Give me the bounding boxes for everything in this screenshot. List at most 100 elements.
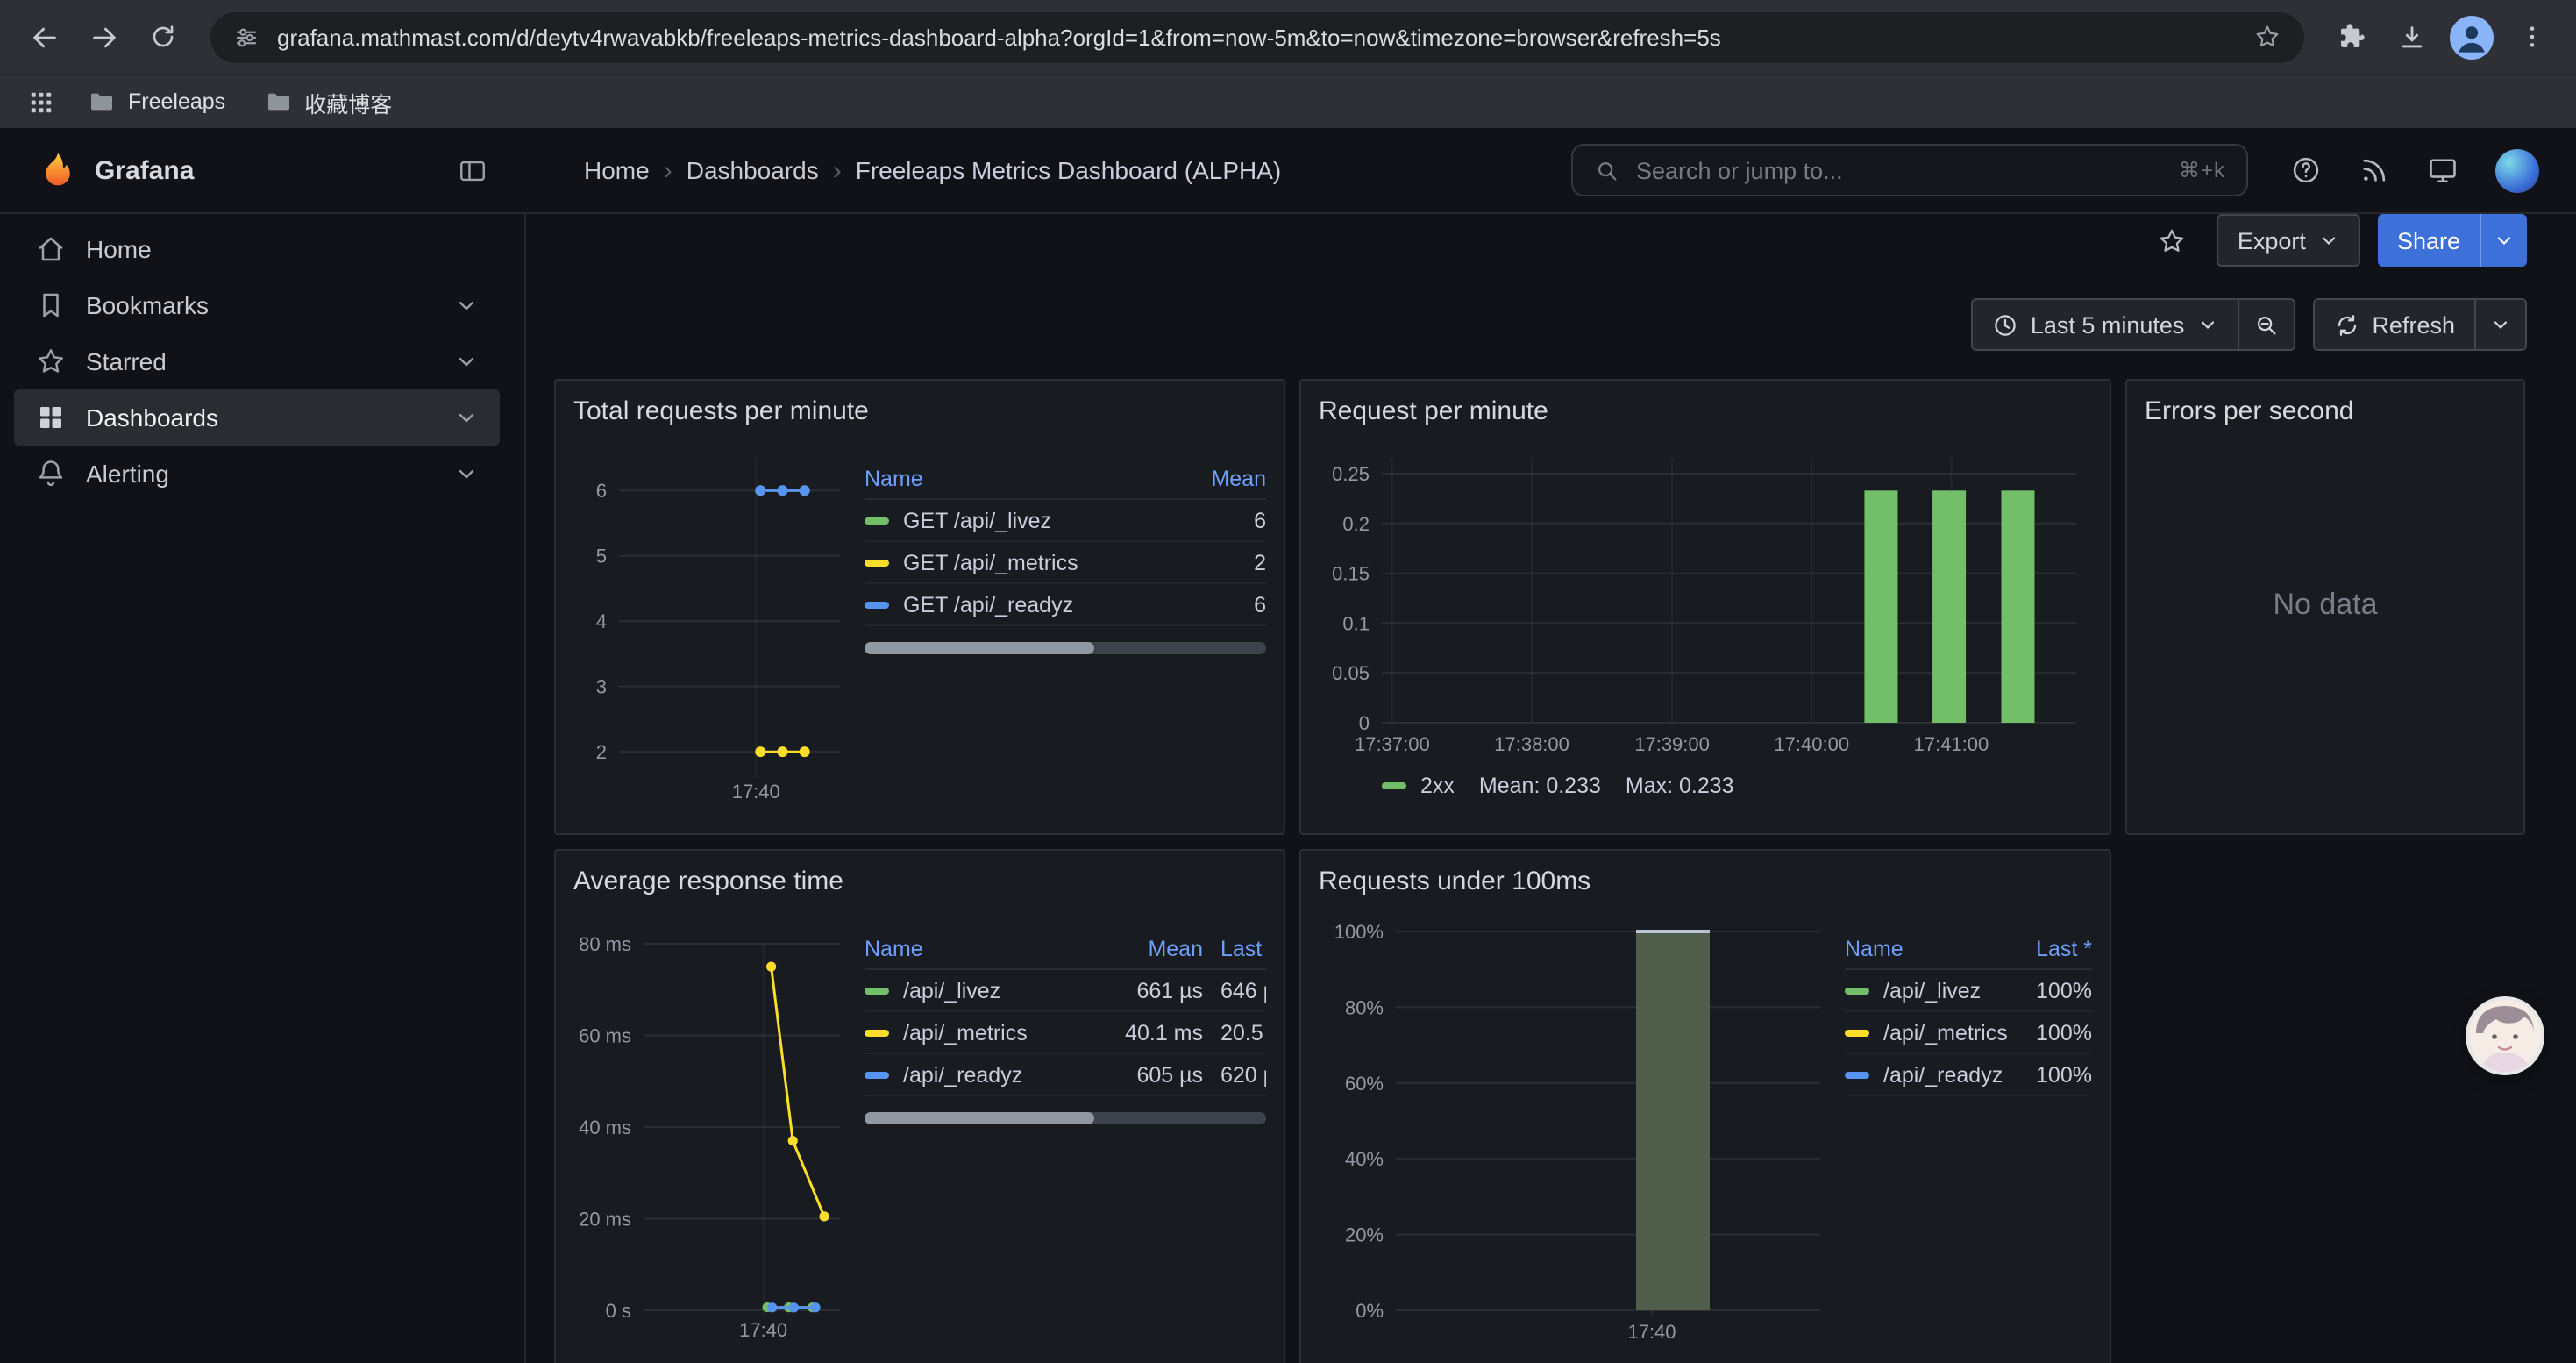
legend-row: GET /api/_metrics 2 xyxy=(865,542,1266,584)
legend-scrollbar[interactable] xyxy=(865,642,1266,654)
refresh-label: Refresh xyxy=(2372,311,2455,338)
favorite-star-button[interactable] xyxy=(2146,214,2199,267)
chevron-down-icon[interactable] xyxy=(454,349,479,374)
grafana-logo-icon[interactable] xyxy=(39,151,77,189)
extensions-icon[interactable] xyxy=(2325,11,2378,63)
series-toggle[interactable]: /api/_metrics xyxy=(1845,1020,2011,1045)
user-avatar[interactable] xyxy=(2495,148,2539,192)
series-toggle[interactable]: GET /api/_metrics xyxy=(865,550,1175,574)
series-marker xyxy=(1845,1071,1869,1078)
series-toggle[interactable]: GET /api/_readyz xyxy=(865,592,1175,617)
panel-title[interactable]: Errors per second xyxy=(2145,391,2506,433)
legend-col-last[interactable]: Last * xyxy=(2011,936,2092,960)
help-icon[interactable] xyxy=(2290,154,2322,186)
series-marker xyxy=(865,517,889,524)
chevron-down-icon xyxy=(2494,230,2515,251)
legend-inline: 2xx Mean: 0.233 Max: 0.233 xyxy=(1382,774,2092,798)
share-menu-button[interactable] xyxy=(2480,214,2527,267)
panel-title[interactable]: Total requests per minute xyxy=(573,391,1266,433)
panel-errors-per-second: Errors per second No data xyxy=(2125,379,2525,835)
kiosk-monitor-icon[interactable] xyxy=(2427,154,2459,186)
sidebar-item-label: Bookmarks xyxy=(86,291,209,319)
downloads-icon[interactable] xyxy=(2385,11,2437,63)
legend-col-mean[interactable]: Mean xyxy=(1101,936,1203,960)
svg-text:6: 6 xyxy=(596,480,607,502)
bookmark-star-icon[interactable] xyxy=(2253,23,2281,51)
zoom-out-icon xyxy=(2252,311,2279,338)
legend-col-last[interactable]: Last * xyxy=(1220,936,1266,960)
svg-text:0.15: 0.15 xyxy=(1332,563,1370,585)
sidebar-item-dashboards[interactable]: Dashboards xyxy=(14,389,500,446)
legend-col-name[interactable]: Name xyxy=(865,466,1175,490)
breadcrumb-home[interactable]: Home xyxy=(584,156,650,184)
svg-text:60%: 60% xyxy=(1345,1073,1384,1095)
sidebar-item-label: Alerting xyxy=(86,460,169,488)
apps-grid-icon[interactable] xyxy=(18,79,63,125)
sidebar-item-bookmarks[interactable]: Bookmarks xyxy=(14,277,500,333)
search-input[interactable]: Search or jump to... ⌘+k xyxy=(1571,144,2248,196)
sidebar-item-starred[interactable]: Starred xyxy=(14,333,500,389)
series-mean: 40.1 ms xyxy=(1101,1020,1203,1045)
brand-name[interactable]: Grafana xyxy=(95,155,194,185)
search-icon xyxy=(1594,157,1620,183)
bookmark-folder-blogs[interactable]: 收藏博客 xyxy=(250,80,406,124)
back-button[interactable] xyxy=(18,11,70,63)
legend-col-name[interactable]: Name xyxy=(865,936,1101,960)
legend-table: Name Mean GET /api/_livez 6 xyxy=(865,458,1266,805)
bookmarks-bar: Freeleaps 收藏博客 xyxy=(0,74,2576,128)
series-marker xyxy=(1382,782,1406,789)
refresh-interval-button[interactable] xyxy=(2474,298,2527,351)
refresh-group: Refresh xyxy=(2312,298,2527,351)
series-toggle[interactable]: GET /api/_livez xyxy=(865,508,1175,532)
scrollbar-thumb[interactable] xyxy=(865,642,1093,654)
sidebar-item-home[interactable]: Home xyxy=(14,221,500,277)
url-bar[interactable]: grafana.mathmast.com/d/deytv4rwavabkb/fr… xyxy=(210,11,2304,62)
panel-title[interactable]: Requests under 100ms xyxy=(1319,861,2092,903)
browser-menu-icon[interactable] xyxy=(2506,11,2558,63)
zoom-out-button[interactable] xyxy=(2237,298,2295,351)
legend-col-mean[interactable]: Mean xyxy=(1175,466,1266,490)
share-button[interactable]: Share xyxy=(2378,214,2480,267)
refresh-button[interactable]: Refresh xyxy=(2312,298,2476,351)
svg-text:5: 5 xyxy=(596,546,607,567)
reload-button[interactable] xyxy=(137,11,189,63)
legend-scrollbar[interactable] xyxy=(865,1112,1266,1124)
bookmark-folder-freeleaps[interactable]: Freeleaps xyxy=(74,82,239,121)
news-rss-icon[interactable] xyxy=(2359,154,2390,186)
series-marker xyxy=(865,1071,889,1078)
legend-row: /api/_livez 100% xyxy=(1845,970,2092,1012)
sidebar-collapse-button[interactable] xyxy=(458,155,487,185)
folder-icon xyxy=(88,88,116,116)
chevron-down-icon[interactable] xyxy=(454,405,479,430)
series-toggle[interactable]: /api/_readyz xyxy=(1845,1062,2011,1087)
series-toggle[interactable]: /api/_livez xyxy=(865,978,1101,1003)
svg-text:40 ms: 40 ms xyxy=(579,1117,631,1138)
sidebar-item-label: Dashboards xyxy=(86,403,218,432)
svg-text:80 ms: 80 ms xyxy=(579,933,631,955)
series-toggle[interactable]: /api/_readyz xyxy=(865,1062,1101,1087)
chevron-down-icon[interactable] xyxy=(454,461,479,486)
screen: grafana.mathmast.com/d/deytv4rwavabkb/fr… xyxy=(0,0,2576,1363)
average-response-time-chart: 80 ms60 ms40 ms20 ms0 s17:40 xyxy=(573,903,850,1345)
svg-text:0.2: 0.2 xyxy=(1342,513,1370,535)
svg-text:4: 4 xyxy=(596,610,607,632)
chevron-down-icon[interactable] xyxy=(454,293,479,318)
legend-row: GET /api/_livez 6 xyxy=(865,500,1266,542)
forward-button[interactable] xyxy=(77,11,130,63)
grafana-app: Grafana Home › Dashboards › Freeleaps Me… xyxy=(0,128,2576,1363)
browser-profile-avatar[interactable] xyxy=(2450,15,2494,59)
time-range-picker[interactable]: Last 5 minutes xyxy=(1971,298,2239,351)
panel-title[interactable]: Average response time xyxy=(573,861,1266,903)
scrollbar-thumb[interactable] xyxy=(865,1112,1093,1124)
breadcrumb-dashboards[interactable]: Dashboards xyxy=(687,156,819,184)
series-toggle[interactable]: /api/_metrics xyxy=(865,1020,1101,1045)
assistant-avatar[interactable] xyxy=(2469,1000,2541,1072)
series-toggle[interactable]: /api/_livez xyxy=(1845,978,2011,1003)
legend-col-name[interactable]: Name xyxy=(1845,936,2011,960)
export-button[interactable]: Export xyxy=(2217,214,2360,267)
panel-title[interactable]: Request per minute xyxy=(1319,391,2092,433)
site-info-icon[interactable] xyxy=(233,24,260,50)
series-toggle[interactable]: 2xx xyxy=(1382,774,1455,798)
sidebar-item-alerting[interactable]: Alerting xyxy=(14,446,500,502)
panel-requests-under-100ms: Requests under 100ms 100%80%60%40%20%0%1… xyxy=(1299,849,2111,1363)
